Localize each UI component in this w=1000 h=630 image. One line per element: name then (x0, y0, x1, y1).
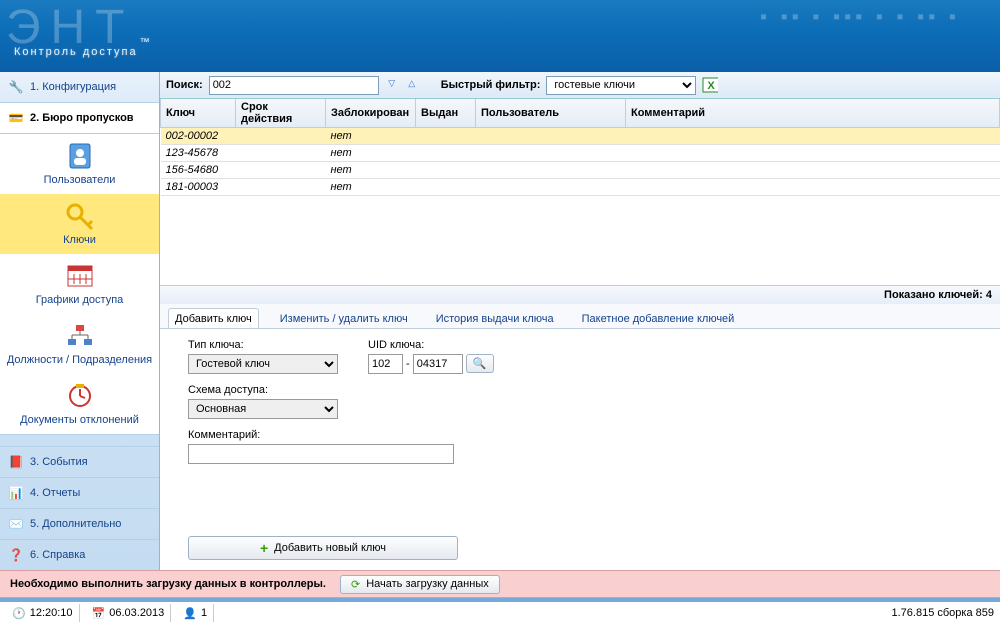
subnav-label: Должности / Подразделения (7, 354, 152, 366)
help-icon: ❓ (8, 547, 24, 563)
nav-label: 1. Конфигурация (30, 81, 116, 93)
subnav-keys[interactable]: Ключи (0, 194, 159, 254)
envelope-icon: ✉️ (8, 516, 24, 532)
subnav-schedules[interactable]: Графики доступа (0, 254, 159, 314)
nav-label: 4. Отчеты (30, 487, 80, 499)
warning-text: Необходимо выполнить загрузку данных в к… (10, 578, 326, 590)
upload-icon: ⟳ (351, 578, 360, 591)
subnav-label: Графики доступа (36, 294, 124, 306)
id-card-icon: 💳 (8, 110, 24, 126)
tab-edit-key[interactable]: Изменить / удалить ключ (273, 308, 415, 329)
nav-extra[interactable]: ✉️ 5. Дополнительно (0, 508, 159, 539)
table-row[interactable]: 002-00002 нет (161, 128, 1000, 145)
subnav-label: Пользователи (44, 174, 116, 186)
nav-pass-bureau[interactable]: 💳 2. Бюро пропусков (0, 103, 159, 134)
tab-add-key[interactable]: Добавить ключ (168, 308, 259, 329)
bureau-subnav: Пользователи Ключи Графики доступа Должн… (0, 134, 159, 435)
search-up-icon[interactable]: △ (405, 78, 419, 92)
key-type-label: Тип ключа: (188, 339, 338, 351)
search-input[interactable] (209, 76, 379, 95)
nav-label: 6. Справка (30, 549, 85, 561)
key-icon (64, 200, 96, 232)
users-icon (64, 140, 96, 172)
key-type-select[interactable]: Гостевой ключ (188, 354, 338, 374)
nav-label: 2. Бюро пропусков (30, 112, 134, 124)
tab-issue-history[interactable]: История выдачи ключа (429, 308, 561, 329)
subnav-positions[interactable]: Должности / Подразделения (0, 314, 159, 374)
uid-number-input[interactable] (413, 354, 463, 374)
org-chart-icon (64, 320, 96, 352)
uid-label: UID ключа: (368, 339, 494, 351)
chart-icon: 📊 (8, 485, 24, 501)
filter-select[interactable]: гостевые ключи (546, 76, 696, 95)
nav-configuration[interactable]: 🔧 1. Конфигурация (0, 72, 159, 103)
magnifier-icon: 🔍 (473, 357, 487, 370)
access-scheme-select[interactable]: Основная (188, 399, 338, 419)
search-down-icon[interactable]: ▽ (385, 78, 399, 92)
nav-label: 3. События (30, 456, 88, 468)
nav-help[interactable]: ❓ 6. Справка (0, 539, 159, 570)
svg-text:X: X (708, 80, 716, 92)
col-issued[interactable]: Выдан (416, 99, 476, 128)
keys-grid[interactable]: Ключ Срок действия Заблокирован Выдан По… (160, 99, 1000, 285)
status-bar: 🕐 12:20:10 📅 06.03.2013 👤 1 1.76.815 сбо… (0, 598, 1000, 624)
status-build: 1.76.815 сборка 859 (892, 607, 995, 619)
nav-events[interactable]: 📕 3. События (0, 446, 159, 477)
grid-footer: Показано ключей: 4 (160, 285, 1000, 304)
search-bar: Поиск: ▽ △ Быстрый фильтр: гостевые ключ… (160, 72, 1000, 99)
subnav-label: Ключи (63, 234, 96, 246)
col-key[interactable]: Ключ (161, 99, 236, 128)
col-user[interactable]: Пользователь (476, 99, 626, 128)
col-comment[interactable]: Комментарий (626, 99, 1000, 128)
book-icon: 📕 (8, 454, 24, 470)
nav-reports[interactable]: 📊 4. Отчеты (0, 477, 159, 508)
status-date: 📅 06.03.2013 (86, 604, 172, 622)
clock-doc-icon (64, 380, 96, 412)
nav-label: 5. Дополнительно (30, 518, 121, 530)
calendar-small-icon: 📅 (92, 607, 106, 620)
search-label: Поиск: (166, 79, 203, 91)
add-key-form: Тип ключа: Гостевой ключ UID ключа: - 🔍 … (160, 329, 1000, 570)
table-row[interactable]: 123-45678 нет (161, 145, 1000, 162)
subnav-label: Документы отклонений (20, 414, 139, 426)
uid-read-button[interactable]: 🔍 (466, 354, 494, 373)
col-blocked[interactable]: Заблокирован (326, 99, 416, 128)
filter-label: Быстрый фильтр: (441, 79, 541, 91)
add-key-button[interactable]: + Добавить новый ключ (188, 536, 458, 560)
user-count-icon: 👤 (183, 607, 197, 620)
start-upload-button[interactable]: ⟳ Начать загрузку данных (340, 575, 500, 594)
comment-label: Комментарий: (188, 429, 454, 441)
calendar-icon (64, 260, 96, 292)
plus-icon: + (260, 540, 268, 556)
subnav-users[interactable]: Пользователи (0, 134, 159, 194)
content-area: Поиск: ▽ △ Быстрый фильтр: гостевые ключ… (160, 72, 1000, 570)
clock-icon: 🕐 (12, 607, 26, 620)
table-row[interactable]: 156-54680 нет (161, 162, 1000, 179)
comment-input[interactable] (188, 444, 454, 464)
sidebar: 🔧 1. Конфигурация 💳 2. Бюро пропусков По… (0, 72, 160, 570)
tab-batch-add[interactable]: Пакетное добавление ключей (575, 308, 742, 329)
status-users: 👤 1 (177, 604, 214, 622)
status-time: 🕐 12:20:10 (6, 604, 80, 622)
table-row[interactable]: 181-00003 нет (161, 179, 1000, 196)
access-scheme-label: Схема доступа: (188, 384, 338, 396)
uid-prefix-input[interactable] (368, 354, 403, 374)
subnav-deviation-docs[interactable]: Документы отклонений (0, 374, 159, 434)
app-header: ЭНТ Контроль доступа™ ▪ ▪▪ ▪ ▪▪▪ ▪ ▪ ▪▪ … (0, 0, 1000, 72)
col-expiry[interactable]: Срок действия (236, 99, 326, 128)
app-title: Контроль доступа™ (14, 31, 152, 62)
excel-export-icon[interactable]: X (702, 77, 718, 93)
header-decoration: ▪ ▪▪ ▪ ▪▪▪ ▪ ▪ ▪▪ ▪ (760, 6, 960, 29)
warning-bar: Необходимо выполнить загрузку данных в к… (0, 570, 1000, 598)
wrench-icon: 🔧 (8, 79, 24, 95)
detail-tabs: Добавить ключ Изменить / удалить ключ Ис… (160, 304, 1000, 329)
